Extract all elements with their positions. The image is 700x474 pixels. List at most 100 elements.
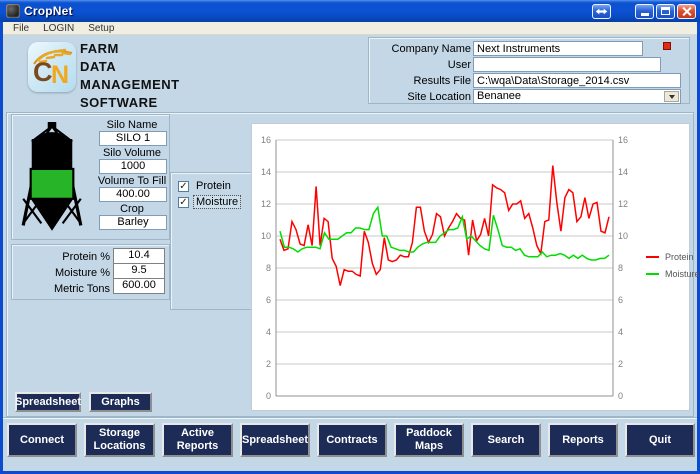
volume-to-fill-field[interactable]: 400.00 bbox=[99, 187, 167, 202]
menu-file[interactable]: File bbox=[7, 23, 35, 34]
silo-name-label: Silo Name bbox=[106, 119, 158, 131]
graphs-view-button[interactable]: Graphs bbox=[89, 392, 152, 412]
svg-text:16: 16 bbox=[261, 135, 271, 145]
moisture-checkbox[interactable] bbox=[178, 196, 189, 208]
logo-letter-n: N bbox=[51, 61, 70, 89]
moisture-label: Moisture % bbox=[54, 267, 110, 279]
company-name-input[interactable] bbox=[473, 41, 643, 56]
series-toggle-panel: Protein Moisture bbox=[170, 172, 257, 310]
chart-panel: 0 0 2 2 4 4 6 6 8 8 10 10 12 12 14 14 16 16 Protein Moist… bbox=[251, 123, 700, 411]
svg-text:4: 4 bbox=[618, 327, 623, 337]
moisture-checkbox-row[interactable]: Moisture bbox=[178, 195, 242, 209]
svg-text:14: 14 bbox=[261, 167, 271, 177]
spreadsheet-view-button[interactable]: Spreadsheet bbox=[15, 392, 81, 412]
svg-text:12: 12 bbox=[261, 199, 271, 209]
company-name-label: Company Name bbox=[391, 43, 471, 55]
crop-field[interactable]: Barley bbox=[99, 215, 167, 230]
svg-text:10: 10 bbox=[618, 231, 628, 241]
protein-checkbox-label[interactable]: Protein bbox=[194, 180, 233, 192]
svg-text:16: 16 bbox=[618, 135, 628, 145]
app-title-line: DATA bbox=[80, 59, 117, 74]
window-title: CropNet bbox=[24, 4, 73, 18]
chart-svg: 0 0 2 2 4 4 6 6 8 8 10 10 12 12 14 14 16 16 bbox=[261, 135, 628, 401]
legend-moisture: Moisture bbox=[646, 269, 700, 279]
silo-volume-label: Silo Volume bbox=[102, 147, 162, 159]
crop-label: Crop bbox=[120, 203, 144, 215]
connect-button[interactable]: Connect bbox=[7, 423, 77, 457]
app-title: FARM DATA MANAGEMENT SOFTWARE bbox=[80, 40, 180, 112]
svg-text:2: 2 bbox=[266, 359, 271, 369]
protein-field: 10.4 bbox=[113, 248, 165, 264]
app-title-line: MANAGEMENT bbox=[80, 77, 180, 92]
title-bar: CropNet bbox=[0, 0, 700, 22]
silo-name-field[interactable]: SILO 1 bbox=[99, 131, 167, 146]
site-location-value: Benanee bbox=[477, 90, 522, 102]
app-icon bbox=[6, 4, 20, 18]
contracts-button[interactable]: Contracts bbox=[317, 423, 387, 457]
svg-text:6: 6 bbox=[618, 295, 623, 305]
moisture-field: 9.5 bbox=[113, 263, 165, 279]
dropdown-button[interactable] bbox=[664, 91, 679, 102]
close-icon bbox=[682, 7, 691, 16]
protein-checkbox-row[interactable]: Protein bbox=[178, 180, 233, 192]
svg-text:14: 14 bbox=[618, 167, 628, 177]
readings-panel: Protein % 10.4 Moisture % 9.5 Metric Ton… bbox=[11, 244, 170, 300]
search-button[interactable]: Search bbox=[471, 423, 541, 457]
protein-label: Protein % bbox=[62, 251, 110, 263]
paddock-maps-button[interactable]: Paddock Maps bbox=[394, 423, 464, 457]
storage-locations-button[interactable]: Storage Locations bbox=[84, 423, 155, 457]
minimize-icon bbox=[640, 12, 649, 16]
volume-to-fill-label: Volume To Fill bbox=[97, 175, 167, 187]
company-panel: Company Name User Results File Site Loca… bbox=[368, 37, 690, 104]
left-right-arrows-icon bbox=[595, 8, 608, 14]
svg-text:8: 8 bbox=[618, 263, 623, 273]
svg-text:0: 0 bbox=[266, 391, 271, 401]
quit-button[interactable]: Quit bbox=[625, 423, 695, 457]
svg-text:6: 6 bbox=[266, 295, 271, 305]
menu-bar: File LOGIN Setup bbox=[3, 22, 697, 35]
logo-letter-c: C bbox=[33, 57, 53, 87]
svg-text:10: 10 bbox=[261, 231, 271, 241]
user-label: User bbox=[447, 59, 471, 71]
silo-volume-field[interactable]: 1000 bbox=[99, 159, 167, 174]
results-file-input[interactable] bbox=[473, 73, 681, 88]
moisture-legend-label: Moisture bbox=[665, 269, 700, 279]
protein-checkbox[interactable] bbox=[178, 180, 189, 192]
moisture-checkbox-label[interactable]: Moisture bbox=[192, 195, 242, 209]
close-button[interactable] bbox=[677, 3, 696, 19]
svg-text:4: 4 bbox=[266, 327, 271, 337]
svg-text:12: 12 bbox=[618, 199, 628, 209]
menu-setup[interactable]: Setup bbox=[82, 23, 120, 34]
window-border-left bbox=[0, 22, 3, 474]
user-input[interactable] bbox=[473, 57, 661, 72]
svg-text:8: 8 bbox=[266, 263, 271, 273]
app-title-line: FARM bbox=[80, 41, 119, 56]
svg-text:2: 2 bbox=[618, 359, 623, 369]
site-location-select[interactable]: Benanee bbox=[473, 89, 681, 104]
minimize-button[interactable] bbox=[635, 3, 654, 19]
maximize-button[interactable] bbox=[656, 3, 675, 19]
silo-panel: Silo Name SILO 1 Silo Volume 1000 Volume… bbox=[11, 114, 170, 240]
resize-arrows-button[interactable] bbox=[592, 3, 611, 19]
metric-tons-field: 600.00 bbox=[113, 278, 165, 294]
maximize-icon bbox=[661, 7, 670, 15]
svg-text:0: 0 bbox=[618, 391, 623, 401]
moisture-legend-swatch bbox=[646, 273, 659, 275]
app-title-line: SOFTWARE bbox=[80, 95, 158, 110]
reports-button[interactable]: Reports bbox=[548, 423, 618, 457]
results-file-label: Results File bbox=[413, 75, 471, 87]
cropnet-window: CropNet File LOGIN Setup C N FARM DATA M… bbox=[0, 0, 700, 474]
menu-login[interactable]: LOGIN bbox=[37, 23, 80, 34]
spreadsheet-button[interactable]: Spreadsheet bbox=[240, 423, 310, 457]
silo-icon bbox=[21, 122, 83, 231]
chevron-down-icon bbox=[668, 94, 675, 99]
metric-tons-label: Metric Tons bbox=[53, 283, 110, 295]
legend-protein: Protein bbox=[646, 252, 694, 262]
cropnet-logo: C N bbox=[28, 42, 76, 92]
status-indicator bbox=[663, 42, 671, 50]
active-reports-button[interactable]: Active Reports bbox=[162, 423, 233, 457]
protein-legend-label: Protein bbox=[665, 252, 694, 262]
site-location-label: Site Location bbox=[407, 91, 471, 103]
protein-legend-swatch bbox=[646, 256, 659, 258]
bottom-divider bbox=[3, 417, 697, 419]
